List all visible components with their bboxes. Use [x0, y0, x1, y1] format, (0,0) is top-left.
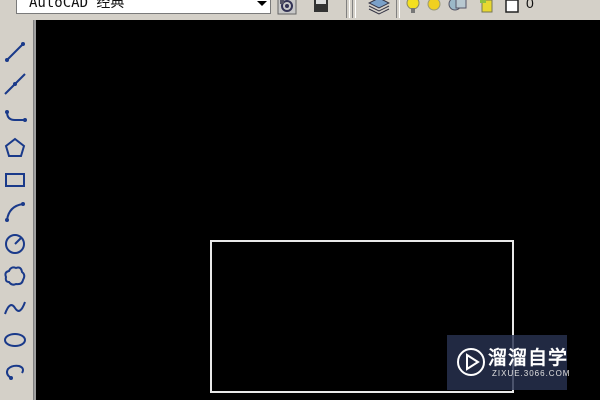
arc-icon[interactable]: [3, 200, 27, 224]
revision-cloud-icon[interactable]: [3, 264, 27, 288]
standard-toolbar: AutoCAD 经典 0: [0, 0, 600, 21]
layer-properties-icon[interactable]: [368, 0, 390, 16]
toolbar-separator: [396, 0, 400, 18]
current-layer-name[interactable]: 0: [526, 0, 534, 11]
rectangle-icon[interactable]: [3, 168, 27, 192]
circle-icon[interactable]: [3, 232, 27, 256]
toolbar-separator: [346, 0, 350, 18]
draw-toolbar: [0, 20, 34, 400]
play-logo-icon: [457, 348, 485, 376]
freeze-sun-icon[interactable]: [424, 0, 446, 16]
ellipse-icon[interactable]: [3, 328, 27, 352]
chevron-down-icon[interactable]: [254, 0, 270, 13]
layer-color-swatch-icon[interactable]: [502, 0, 524, 16]
watermark: 溜溜自学 ZIXUE.3066.COM: [447, 335, 571, 390]
line-icon[interactable]: [3, 40, 27, 64]
layer-lock-icon[interactable]: [446, 0, 468, 16]
layer-color-icon[interactable]: [478, 0, 500, 16]
watermark-title: 溜溜自学: [488, 347, 569, 369]
spline-icon[interactable]: [3, 296, 27, 320]
polyline-icon[interactable]: [3, 104, 27, 128]
ellipse-arc-icon[interactable]: [3, 360, 27, 384]
construction-line-icon[interactable]: [3, 72, 27, 96]
toolbar-separator: [352, 0, 356, 18]
workspace-dropdown-value: AutoCAD 经典: [29, 0, 125, 11]
workspace-settings-icon[interactable]: [276, 0, 298, 16]
watermark-url: ZIXUE.3066.COM: [492, 369, 571, 378]
lightbulb-icon[interactable]: [404, 0, 426, 16]
toolbar-menu-icon[interactable]: [310, 0, 332, 16]
polygon-icon[interactable]: [3, 136, 27, 160]
workspace-dropdown[interactable]: AutoCAD 经典: [16, 0, 271, 14]
